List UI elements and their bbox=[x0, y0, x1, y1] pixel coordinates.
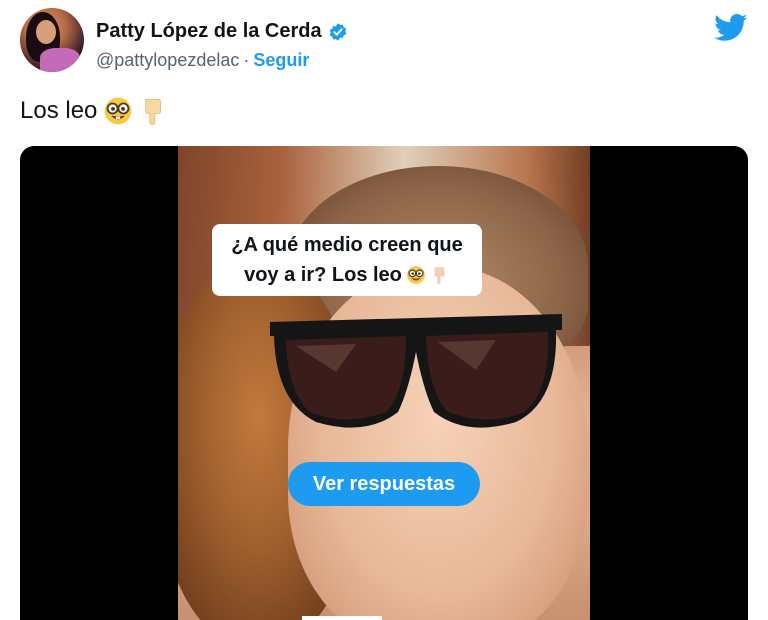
tweet-media[interactable]: ¿A qué medio creen que voy a ir? Los leo bbox=[20, 146, 748, 620]
nerd-face-icon bbox=[407, 266, 425, 284]
tweet-text: Los leo bbox=[20, 96, 169, 126]
verified-badge-icon bbox=[329, 22, 346, 41]
avatar-top bbox=[40, 48, 80, 72]
video-progress-indicator bbox=[302, 616, 382, 620]
pointing-down-icon bbox=[145, 98, 162, 125]
twitter-bird-icon[interactable] bbox=[714, 14, 748, 42]
question-line-2: voy a ir? Los leo bbox=[244, 264, 402, 286]
tweet-header: Patty López de la Cerda @pattylopezdelac… bbox=[20, 8, 748, 78]
tweet-card: Patty López de la Cerda @pattylopezdelac… bbox=[0, 0, 768, 620]
pointing-down-icon bbox=[434, 267, 445, 284]
handle-separator: · bbox=[243, 50, 250, 70]
question-sticker: ¿A qué medio creen que voy a ir? Los leo bbox=[212, 224, 482, 296]
nerd-face-icon bbox=[105, 97, 132, 125]
view-replies-button[interactable]: Ver respuestas bbox=[288, 462, 480, 506]
handle-row: @pattylopezdelac · Seguir bbox=[96, 50, 309, 71]
video-frame[interactable]: ¿A qué medio creen que voy a ir? Los leo bbox=[178, 146, 590, 620]
author-display-name[interactable]: Patty López de la Cerda bbox=[96, 20, 322, 43]
avatar-face bbox=[36, 20, 56, 44]
question-line-2-row: voy a ir? Los leo bbox=[244, 260, 450, 290]
follow-button[interactable]: Seguir bbox=[253, 50, 309, 71]
question-line-1: ¿A qué medio creen que bbox=[231, 234, 463, 256]
avatar[interactable] bbox=[20, 8, 84, 72]
author-handle[interactable]: @pattylopezdelac bbox=[96, 50, 239, 71]
name-row: Patty López de la Cerda bbox=[96, 20, 348, 43]
tweet-text-content: Los leo bbox=[20, 97, 98, 124]
sunglasses-graphic bbox=[270, 314, 562, 428]
